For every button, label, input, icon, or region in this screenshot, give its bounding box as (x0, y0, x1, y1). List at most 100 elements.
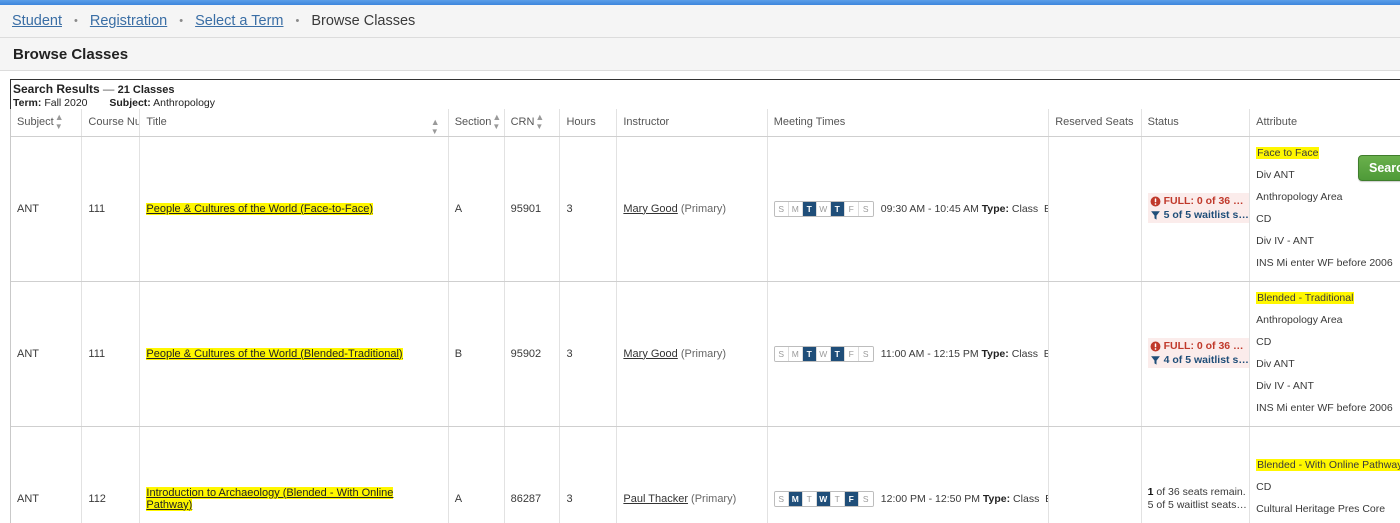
cell-title[interactable]: Introduction to Archaeology (Blended - W… (139, 426, 449, 523)
status-waitlist-text: 4 of 5 waitlist s… (1163, 354, 1249, 366)
crn-value: 95902 (510, 347, 542, 360)
cell-section: A (448, 136, 505, 282)
instructor-link[interactable]: Mary Good (623, 203, 677, 215)
sort-icon[interactable]: ▲ ▼ (55, 113, 64, 132)
instructor-link[interactable]: Mary Good (623, 348, 677, 360)
page-title-bar: Browse Classes (0, 38, 1400, 71)
attribute-item: Div IV - ANT (1256, 235, 1400, 248)
sort-icon[interactable]: ▲ ▼ (431, 118, 440, 136)
results-table-scroll-container[interactable]: Subject▲▼ Course Nu▲▼ Title▲▼ Section▲▼ … (10, 109, 1400, 523)
cell-instructor: Mary Good (Primary) (616, 136, 768, 282)
column-header-instructor[interactable]: Instructor (616, 109, 768, 137)
attribute-text: Div ANT (1256, 358, 1295, 370)
attribute-text: Anthropology Area (1256, 314, 1343, 326)
cell-subject: ANT (11, 281, 83, 427)
meeting-days: SMTWTFS (773, 345, 874, 362)
attribute-text: INS Mi enter WF before 2006 (1256, 257, 1393, 269)
meeting-day-4: T (830, 491, 845, 506)
status-full-badge: FULL: 0 of 36 … 4 of 5 waitlist s… (1147, 338, 1249, 368)
results-table-body: ANT 111 People & Cultures of the World (Fa… (11, 136, 1400, 523)
attribute-text: INS Mi enter WF before 2006 (1256, 402, 1393, 414)
section-value: A (454, 202, 463, 215)
subject-label: Subject: (109, 97, 151, 109)
table-header-row: Subject▲▼ Course Nu▲▼ Title▲▼ Section▲▼ … (11, 109, 1400, 137)
cell-meeting-times: SMTWTFS12:00 PM - 12:50 PM Type: Class B… (767, 426, 1050, 523)
course-title-link[interactable]: People & Cultures of the World (Blended-… (146, 347, 403, 360)
meeting-time-text: 09:30 AM - 10:45 AM Type: Class Buildi (880, 202, 1048, 215)
cell-reserved-seats (1048, 281, 1142, 427)
column-header-meeting-times[interactable]: Meeting Times (767, 109, 1050, 137)
table-row: ANT 111 People & Cultures of the World (Bl… (11, 281, 1400, 427)
column-header-hours-label: Hours (566, 116, 596, 129)
subject-value: ANT (17, 492, 39, 505)
meeting-day-6: S (858, 491, 873, 506)
hours-value: 3 (566, 347, 573, 360)
attribute-text: Anthropology Area (1256, 191, 1343, 203)
search-results-dash: — (102, 84, 115, 96)
column-header-section[interactable]: Section▲ ▼ (448, 109, 505, 137)
status-seats-row: 1 of 36 seats remain. (1148, 486, 1246, 498)
meeting-day-5: F (844, 346, 859, 361)
meeting-times-content: SMTWTFS11:00 AM - 12:15 PM Type: Class B… (773, 345, 1048, 362)
cell-crn: 86287 (504, 426, 561, 523)
breadcrumb-item-student[interactable]: Student (12, 13, 62, 29)
instructor-role: (Primary) (680, 347, 727, 360)
column-header-meeting-times-label: Meeting Times (773, 116, 846, 129)
meeting-day-4: T (830, 201, 845, 216)
results-table-head: Subject▲▼ Course Nu▲▼ Title▲▼ Section▲▼ … (11, 109, 1400, 137)
waitlist-funnel-icon (1150, 356, 1160, 365)
meeting-day-2: T (802, 346, 817, 361)
sort-icon[interactable]: ▲ ▼ (535, 113, 544, 132)
attribute-item: Anthropology Area (1256, 191, 1400, 204)
breadcrumb-separator: • (179, 14, 184, 27)
attribute-item: Blended - Traditional (1256, 292, 1400, 305)
column-header-section-label: Section (454, 116, 492, 129)
search-results-summary: Search Results — 21 Classes (13, 82, 1400, 96)
cell-crn: 95901 (504, 136, 561, 282)
attribute-item: Blended - With Online Pathway (1256, 459, 1400, 472)
column-header-attribute[interactable]: Attribute (1249, 109, 1400, 137)
sort-icon[interactable]: ▲ ▼ (492, 113, 501, 132)
column-header-status[interactable]: Status (1141, 109, 1251, 137)
status-waitlist-text: 5 of 5 waitlist s… (1163, 209, 1249, 221)
course-number-value: 111 (88, 347, 106, 360)
instructor-link[interactable]: Paul Thacker (623, 493, 688, 505)
cell-title[interactable]: People & Cultures of the World (Face-to-… (139, 136, 449, 282)
cell-status: FULL: 0 of 36 … 4 of 5 waitlist s… (1141, 281, 1251, 427)
cell-meeting-times: SMTWTFS11:00 AM - 12:15 PM Type: Class B… (767, 281, 1050, 427)
cell-course-number: 112 (81, 426, 141, 523)
breadcrumb-item-select-a-term[interactable]: Select a Term (195, 13, 283, 29)
cell-title[interactable]: People & Cultures of the World (Blended-… (139, 281, 449, 427)
column-header-hours[interactable]: Hours (559, 109, 618, 137)
course-title-link[interactable]: Introduction to Archaeology (Blended - W… (146, 486, 394, 511)
course-number-value: 112 (88, 492, 106, 505)
cell-course-number: 111 (81, 136, 141, 282)
column-header-crn-label: CRN (510, 116, 535, 129)
meeting-day-2: T (802, 491, 817, 506)
meeting-day-3: W (816, 491, 831, 506)
cell-attribute: Blended - With Online Pathway CD Cultural … (1249, 426, 1400, 523)
attribute-item: INS Mi enter WF before 2006 (1256, 402, 1400, 415)
meeting-times-content: SMTWTFS09:30 AM - 10:45 AM Type: Class B… (773, 200, 1048, 217)
breadcrumb-item-registration[interactable]: Registration (90, 13, 167, 29)
table-row: ANT 111 People & Cultures of the World (Fa… (11, 136, 1400, 282)
column-header-reserved-seats[interactable]: Reserved Seats (1048, 109, 1142, 137)
subject-value: ANT (17, 347, 39, 360)
status-seats-text: of 36 seats remain. (1153, 486, 1246, 498)
column-header-instructor-label: Instructor (623, 116, 670, 129)
subject-value: Anthropology (153, 97, 216, 109)
attribute-text: Blended - Traditional (1256, 292, 1355, 304)
column-header-crn[interactable]: CRN▲ ▼ (504, 109, 561, 137)
course-title-link[interactable]: People & Cultures of the World (Face-to-… (146, 202, 374, 215)
meeting-day-5: F (844, 201, 859, 216)
crn-value: 86287 (510, 492, 542, 505)
waitlist-funnel-icon (1150, 211, 1160, 220)
column-header-course-number[interactable]: Course Nu▲▼ (81, 109, 141, 137)
search-results-count: 21 Classes (117, 84, 175, 96)
cell-section: A (448, 426, 505, 523)
column-header-subject[interactable]: Subject▲ ▼ (11, 109, 83, 137)
cell-meeting-times: SMTWTFS09:30 AM - 10:45 AM Type: Class B… (767, 136, 1050, 282)
attribute-text: Cultural Heritage Pres Core (1256, 503, 1386, 515)
column-header-title[interactable]: Title ▲ ▼ (139, 109, 449, 137)
attribute-text: Div ANT (1256, 169, 1295, 181)
